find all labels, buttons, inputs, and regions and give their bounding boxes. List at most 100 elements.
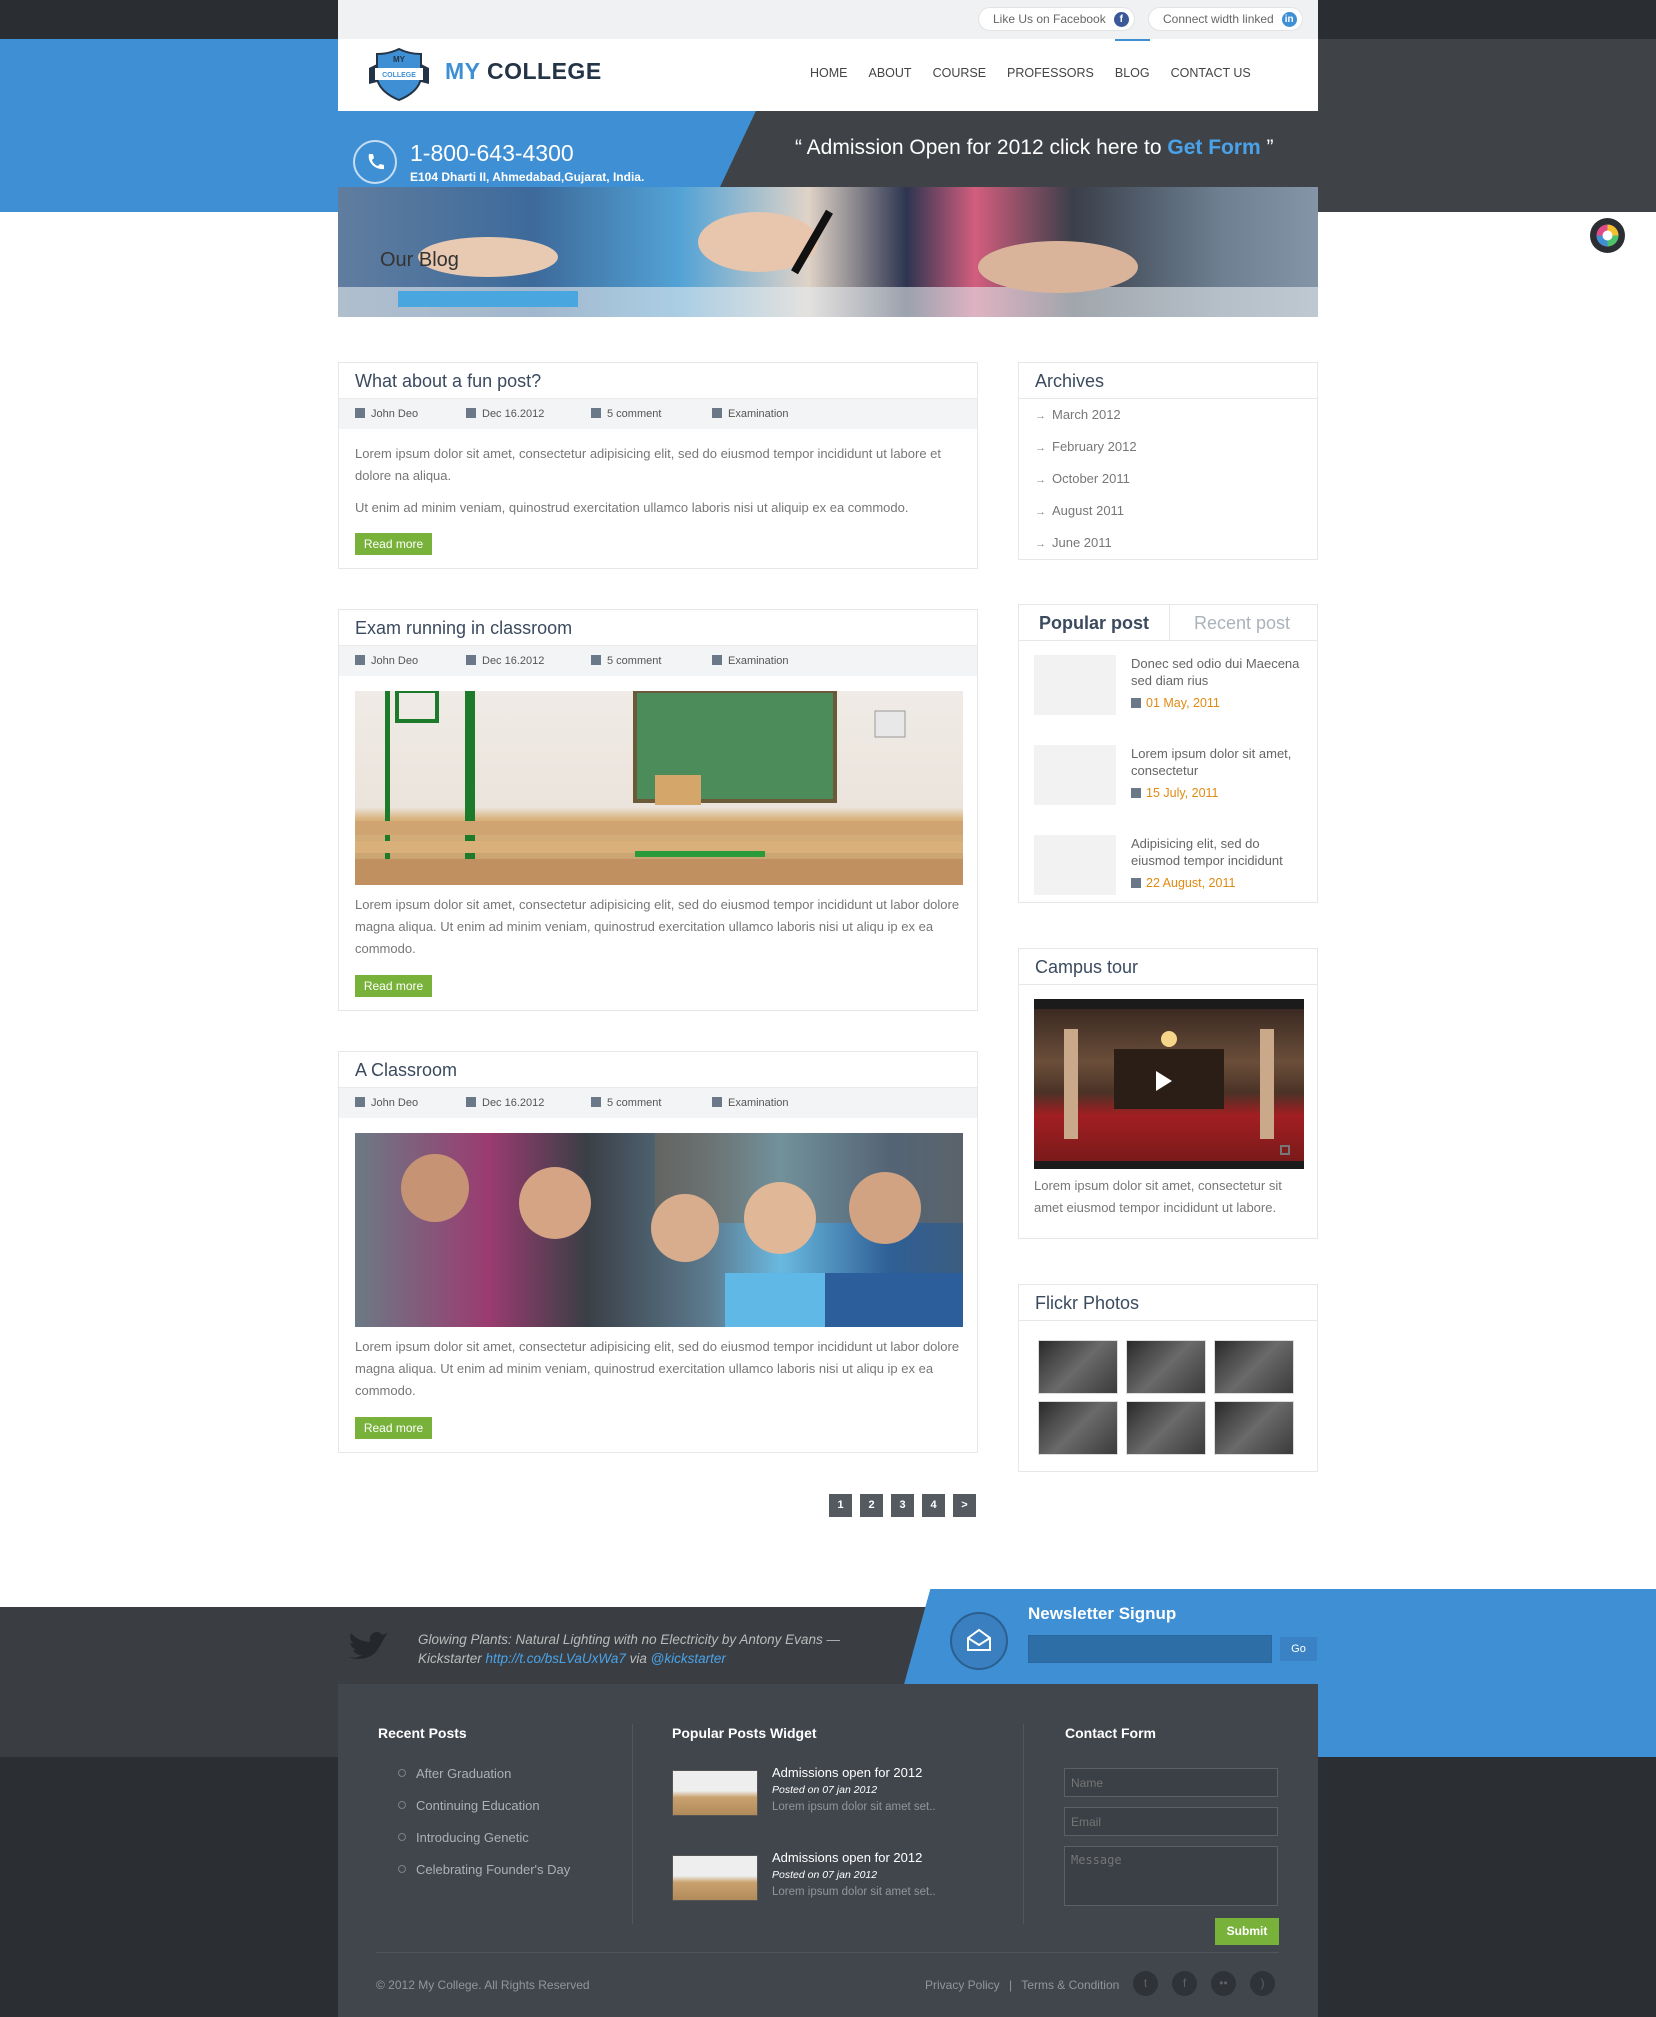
post-title[interactable]: What about a fun post? <box>355 371 541 392</box>
facebook-like-link[interactable]: Like Us on Facebook f <box>978 7 1135 31</box>
popular-post-thumbnail[interactable] <box>672 1855 758 1901</box>
post-comments[interactable]: 5 comment <box>591 655 661 667</box>
linkedin-connect-link[interactable]: Connect width linked in <box>1148 7 1303 31</box>
page-2-button[interactable]: 2 <box>860 1494 883 1517</box>
fullscreen-icon[interactable] <box>1280 1145 1290 1155</box>
archive-link[interactable]: March 2012 <box>1035 407 1121 422</box>
post-title[interactable]: Exam running in classroom <box>355 618 572 639</box>
play-icon[interactable] <box>1156 1071 1172 1091</box>
read-more-button[interactable]: Read more <box>355 975 432 997</box>
flickr-photo[interactable] <box>1038 1340 1118 1394</box>
user-icon <box>355 1097 365 1107</box>
flickr-title: Flickr Photos <box>1035 1293 1140 1313</box>
contact-message-field[interactable] <box>1064 1846 1278 1906</box>
recent-post-link[interactable]: Continuing Education <box>398 1798 540 1813</box>
post-title[interactable]: A Classroom <box>355 1060 457 1081</box>
post-category[interactable]: Examination <box>712 1097 789 1109</box>
campus-video-player[interactable] <box>1034 999 1304 1169</box>
newsletter-envelope-icon <box>950 1612 1008 1670</box>
popular-post-excerpt: Lorem ipsum dolor sit amet set.. <box>772 1886 936 1898</box>
post-author[interactable]: John Deo <box>355 408 418 420</box>
phone-number: 1-800-643-4300 <box>410 140 574 166</box>
twitter-icon[interactable]: t <box>1133 1971 1158 1996</box>
contact-name-field[interactable] <box>1064 1768 1278 1797</box>
facebook-icon[interactable]: f <box>1172 1971 1197 1996</box>
get-form-link[interactable]: Get Form <box>1167 136 1260 159</box>
newsletter-email-input[interactable] <box>1028 1635 1272 1663</box>
post-thumbnail[interactable] <box>1034 745 1116 805</box>
students-image[interactable] <box>355 1133 963 1327</box>
contact-email-field[interactable] <box>1064 1807 1278 1836</box>
posts-tabs-widget: Popular post Recent post Donec sed odio … <box>1018 604 1318 903</box>
archive-link[interactable]: October 2011 <box>1035 471 1130 486</box>
nav-home[interactable]: HOME <box>810 66 848 80</box>
post-date: Dec 16.2012 <box>466 1097 544 1109</box>
popular-post-title[interactable]: Adipisicing elit, sed do eiusmod tempor … <box>1131 835 1301 869</box>
flickr-photo[interactable] <box>1214 1401 1294 1455</box>
admission-notice: “ Admission Open for 2012 click here to … <box>795 136 1274 160</box>
read-more-button[interactable]: Read more <box>355 533 432 555</box>
popular-post-title[interactable]: Lorem ipsum dolor sit amet, consectetur <box>1131 745 1301 779</box>
contact-submit-button[interactable]: Submit <box>1215 1918 1279 1945</box>
post-comments[interactable]: 5 comment <box>591 1097 661 1109</box>
tab-recent-post[interactable]: Recent post <box>1194 613 1290 634</box>
tweet-handle[interactable]: @kickstarter <box>651 1651 726 1666</box>
recent-post-link[interactable]: Introducing Genetic <box>398 1830 529 1845</box>
tweet-link[interactable]: http://t.co/bsLVaUxWa7 <box>486 1651 626 1666</box>
post-meta: John Deo Dec 16.2012 5 comment Examinati… <box>339 645 977 676</box>
page-1-button[interactable]: 1 <box>829 1494 852 1517</box>
flickr-photo[interactable] <box>1126 1401 1206 1455</box>
recent-post-link[interactable]: After Graduation <box>398 1766 511 1781</box>
divider <box>1019 398 1317 399</box>
popular-post-title[interactable]: Admissions open for 2012 <box>772 1765 922 1780</box>
nav-professors[interactable]: PROFESSORS <box>1007 66 1094 80</box>
flickr-icon[interactable]: •• <box>1211 1971 1236 1996</box>
logo-shield-icon[interactable]: MY COLLEGE <box>363 46 435 102</box>
post-category[interactable]: Examination <box>712 655 789 667</box>
blog-post: A Classroom John Deo Dec 16.2012 5 comme… <box>338 1051 978 1453</box>
latest-tweet: Glowing Plants: Natural Lighting with no… <box>418 1630 868 1668</box>
next-page-button[interactable]: > <box>953 1494 976 1517</box>
campus-tour-widget: Campus tour Lorem ipsum dolor sit amet, … <box>1018 948 1318 1239</box>
recent-posts-heading: Recent Posts <box>378 1725 467 1741</box>
logo-badge-top: MY <box>393 55 406 64</box>
popular-post-title[interactable]: Donec sed odio dui Maecena sed diam rius <box>1131 655 1301 689</box>
divider <box>1019 1320 1317 1321</box>
tab-popular-post[interactable]: Popular post <box>1039 613 1149 634</box>
post-thumbnail[interactable] <box>1034 655 1116 715</box>
archive-link[interactable]: February 2012 <box>1035 439 1137 454</box>
logo-text[interactable]: MY COLLEGE <box>445 58 602 85</box>
recent-post-link[interactable]: Celebrating Founder's Day <box>398 1862 570 1877</box>
popular-post-thumbnail[interactable] <box>672 1770 758 1816</box>
newsletter-go-button[interactable]: Go <box>1280 1637 1317 1661</box>
post-thumbnail[interactable] <box>1034 835 1116 895</box>
nav-about[interactable]: ABOUT <box>869 66 912 80</box>
post-category[interactable]: Examination <box>712 408 789 420</box>
classroom-image[interactable] <box>355 691 963 885</box>
flickr-photo[interactable] <box>1214 1340 1294 1394</box>
terms-link[interactable]: Terms & Condition <box>1021 1978 1119 1992</box>
read-more-button[interactable]: Read more <box>355 1417 432 1439</box>
color-switcher-icon[interactable] <box>1590 218 1625 253</box>
nav-contact-us[interactable]: CONTACT US <box>1171 66 1251 80</box>
archive-link[interactable]: June 2011 <box>1035 535 1112 550</box>
archive-link[interactable]: August 2011 <box>1035 503 1124 518</box>
post-comments[interactable]: 5 comment <box>591 408 661 420</box>
privacy-policy-link[interactable]: Privacy Policy <box>925 1978 1000 1992</box>
admission-notice-suffix: ” <box>1260 136 1274 159</box>
post-author[interactable]: John Deo <box>355 655 418 667</box>
post-author[interactable]: John Deo <box>355 1097 418 1109</box>
comment-icon <box>591 408 601 418</box>
page-3-button[interactable]: 3 <box>891 1494 914 1517</box>
nav-course[interactable]: COURSE <box>933 66 986 80</box>
popular-posts-heading: Popular Posts Widget <box>672 1725 817 1741</box>
blog-post: Exam running in classroom John Deo Dec 1… <box>338 609 978 1011</box>
rss-icon[interactable]: ) <box>1250 1971 1275 1996</box>
nav-blog[interactable]: BLOG <box>1114 39 1150 80</box>
flickr-photo[interactable] <box>1126 1340 1206 1394</box>
flickr-photo[interactable] <box>1038 1401 1118 1455</box>
tweet-via: via <box>625 1651 651 1666</box>
popular-post-title[interactable]: Admissions open for 2012 <box>772 1850 922 1865</box>
page-4-button[interactable]: 4 <box>922 1494 945 1517</box>
popular-post-date: Posted on 07 jan 2012 <box>772 1869 878 1881</box>
